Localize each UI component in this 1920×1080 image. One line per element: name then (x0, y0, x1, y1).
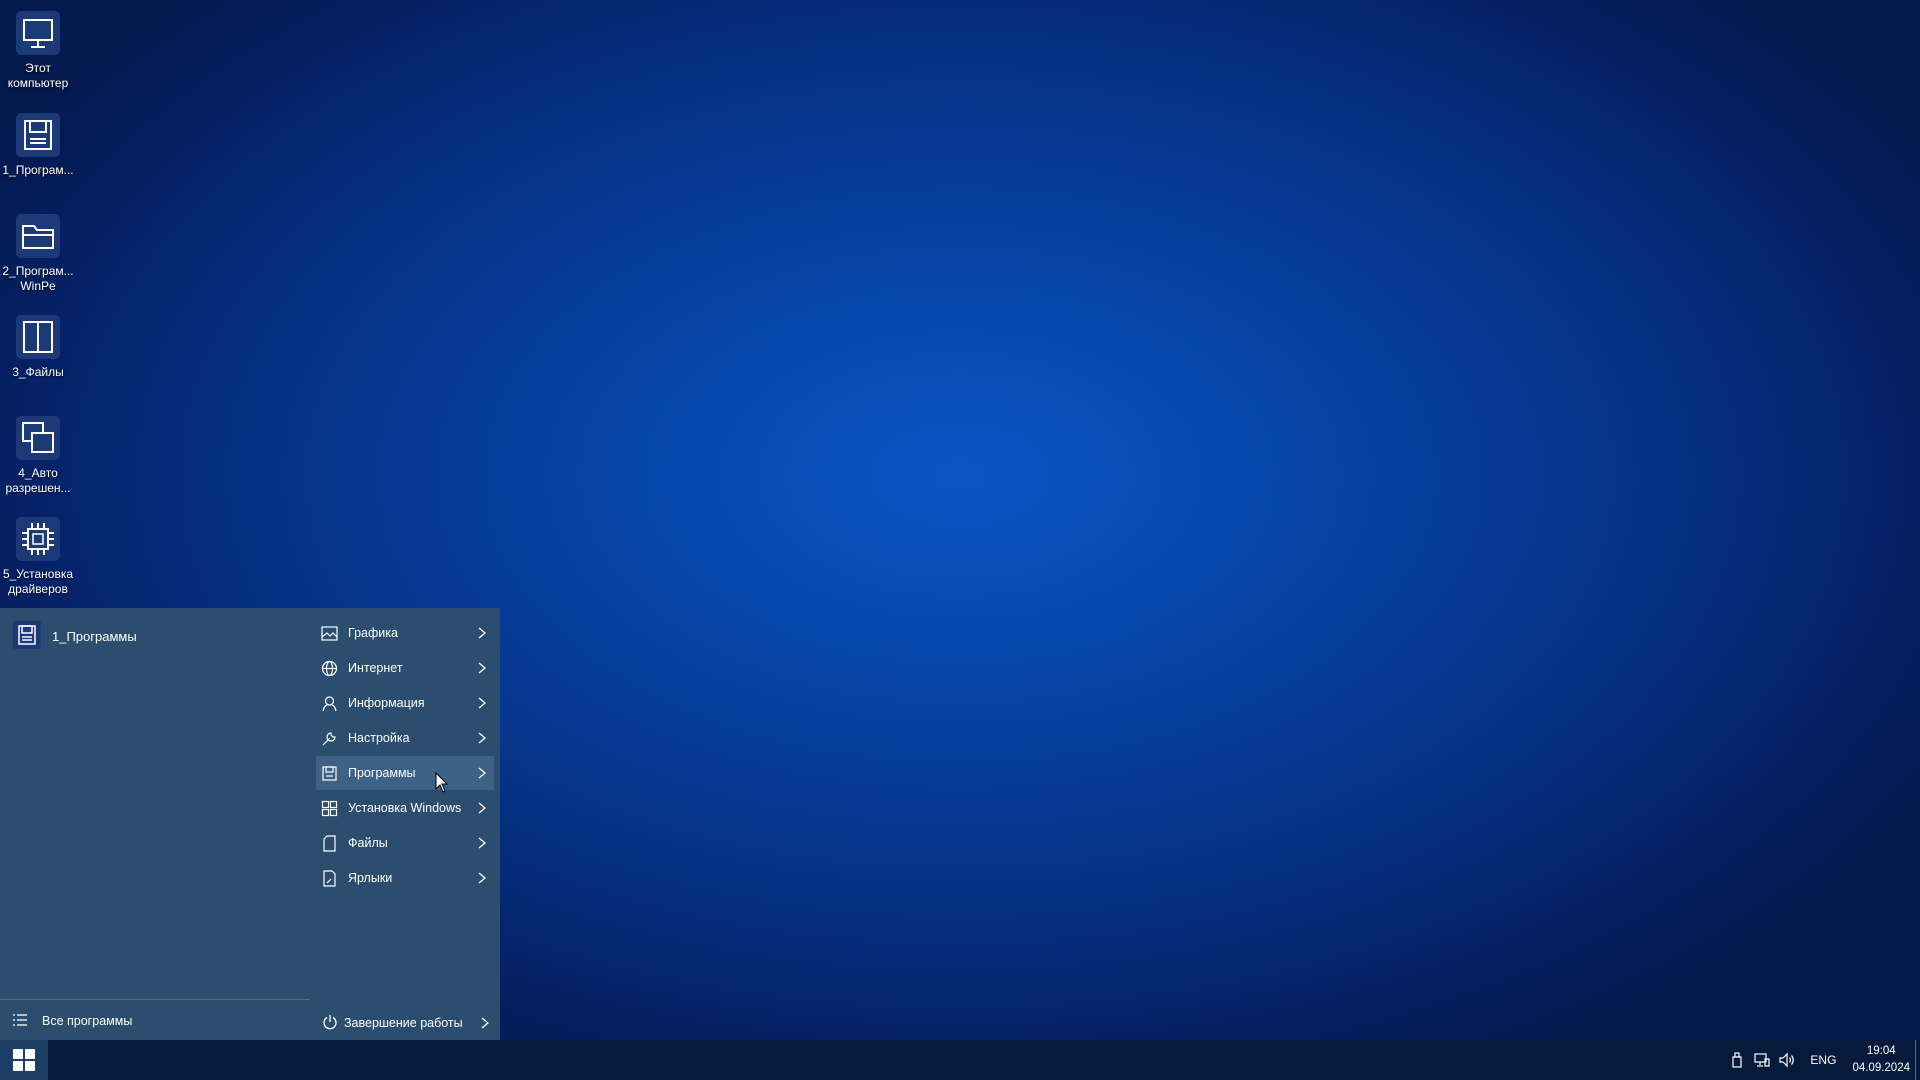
grid-icon (321, 799, 339, 817)
power-icon (322, 1014, 338, 1033)
menu-item-programs[interactable]: Программы (316, 756, 494, 790)
pinned-item-programs[interactable]: 1_Программы (12, 620, 137, 652)
start-menu: 1_Программы Все программы Графика Интерн… (0, 608, 500, 1040)
desktop-icon-label: 3_Файлы (12, 365, 64, 379)
image-icon (321, 624, 339, 642)
monitor-icon (13, 8, 63, 58)
desktop-icon-files[interactable]: 3_Файлы (0, 312, 76, 380)
shortcut-file-icon (321, 869, 339, 887)
taskbar: ENG 19:04 04.09.2024 (0, 1040, 1920, 1080)
all-programs-label: Все программы (42, 1014, 133, 1028)
chevron-right-icon (478, 767, 487, 779)
volume-icon[interactable] (1778, 1051, 1796, 1069)
chip-icon (13, 514, 63, 564)
chevron-right-icon (478, 732, 487, 744)
all-programs-button[interactable]: Все программы (12, 1006, 132, 1036)
start-menu-categories: Графика Интернет Информация Настройка Пр (316, 616, 494, 896)
menu-item-shortcuts[interactable]: Ярлыки (316, 861, 494, 895)
desktop-icon-label: 2_Програм... WinPe (2, 264, 74, 293)
list-icon (12, 1012, 28, 1031)
chevron-right-icon (478, 662, 487, 674)
menu-item-label: Программы (348, 766, 416, 780)
menu-item-graphics[interactable]: Графика (316, 616, 494, 650)
desktop-icon-label: 1_Програм... (2, 163, 74, 177)
menu-item-information[interactable]: Информация (316, 686, 494, 720)
chevron-right-icon (478, 872, 487, 884)
desktop-icon-label: 5_Установка драйверов (2, 567, 74, 596)
start-button[interactable] (0, 1040, 48, 1080)
shutdown-button[interactable]: Завершение работы (322, 1008, 491, 1038)
desktop-icon-label: 4_Авто разрешен... (5, 466, 71, 495)
floppy-disk-icon (321, 764, 339, 782)
globe-icon (321, 659, 339, 677)
divider (0, 999, 310, 1000)
menu-item-files[interactable]: Файлы (316, 826, 494, 860)
folder-icon (13, 211, 63, 261)
desktop-icon-programs-1[interactable]: 1_Програм... (0, 110, 76, 178)
chevron-right-icon (478, 837, 487, 849)
system-tray: ENG 19:04 04.09.2024 (1721, 1040, 1910, 1080)
clock[interactable]: 19:04 04.09.2024 (1852, 1043, 1910, 1077)
shutdown-label: Завершение работы (344, 1016, 463, 1030)
wrench-icon (321, 729, 339, 747)
windows-overlap-icon (13, 413, 63, 463)
desktop[interactable]: Этот компьютер 1_Програм... 2_Програм...… (0, 0, 1920, 1080)
mouse-cursor-icon (435, 772, 449, 793)
menu-item-internet[interactable]: Интернет (316, 651, 494, 685)
chevron-right-icon (478, 627, 487, 639)
menu-item-label: Информация (348, 696, 425, 710)
chevron-right-icon (478, 802, 487, 814)
menu-item-windows-install[interactable]: Установка Windows (316, 791, 494, 825)
menu-item-label: Графика (348, 626, 398, 640)
chevron-right-icon[interactable] (479, 1016, 491, 1030)
desktop-icon-auto-resolution[interactable]: 4_Авто разрешен... (0, 413, 76, 496)
desktop-icon-driver-install[interactable]: 5_Установка драйверов (0, 514, 76, 597)
menu-item-label: Интернет (348, 661, 403, 675)
show-desktop-button[interactable] (1915, 1040, 1920, 1080)
menu-item-label: Файлы (348, 836, 388, 850)
floppy-disk-icon (12, 620, 42, 653)
windows-logo-icon (13, 1049, 35, 1071)
desktop-icon-this-computer[interactable]: Этот компьютер (0, 8, 76, 91)
menu-item-label: Настройка (348, 731, 410, 745)
desktop-icon-label: Этот компьютер (7, 61, 69, 90)
person-info-icon (321, 694, 339, 712)
desktop-icon-programs-winpe[interactable]: 2_Програм... WinPe (0, 211, 76, 294)
clock-date: 04.09.2024 (1852, 1062, 1910, 1074)
split-panel-icon (13, 312, 63, 362)
network-icon[interactable] (1753, 1051, 1771, 1069)
usb-drive-icon[interactable] (1728, 1051, 1746, 1069)
clock-time: 19:04 (1866, 1045, 1896, 1057)
menu-item-label: Установка Windows (348, 801, 462, 815)
pinned-item-label: 1_Программы (52, 628, 137, 644)
start-menu-left-pane: 1_Программы Все программы (0, 608, 310, 1040)
input-language-indicator[interactable]: ENG (1810, 1053, 1836, 1067)
chevron-right-icon (478, 697, 487, 709)
menu-item-settings[interactable]: Настройка (316, 721, 494, 755)
floppy-disk-icon (13, 110, 63, 160)
menu-item-label: Ярлыки (348, 871, 393, 885)
file-icon (321, 834, 339, 852)
